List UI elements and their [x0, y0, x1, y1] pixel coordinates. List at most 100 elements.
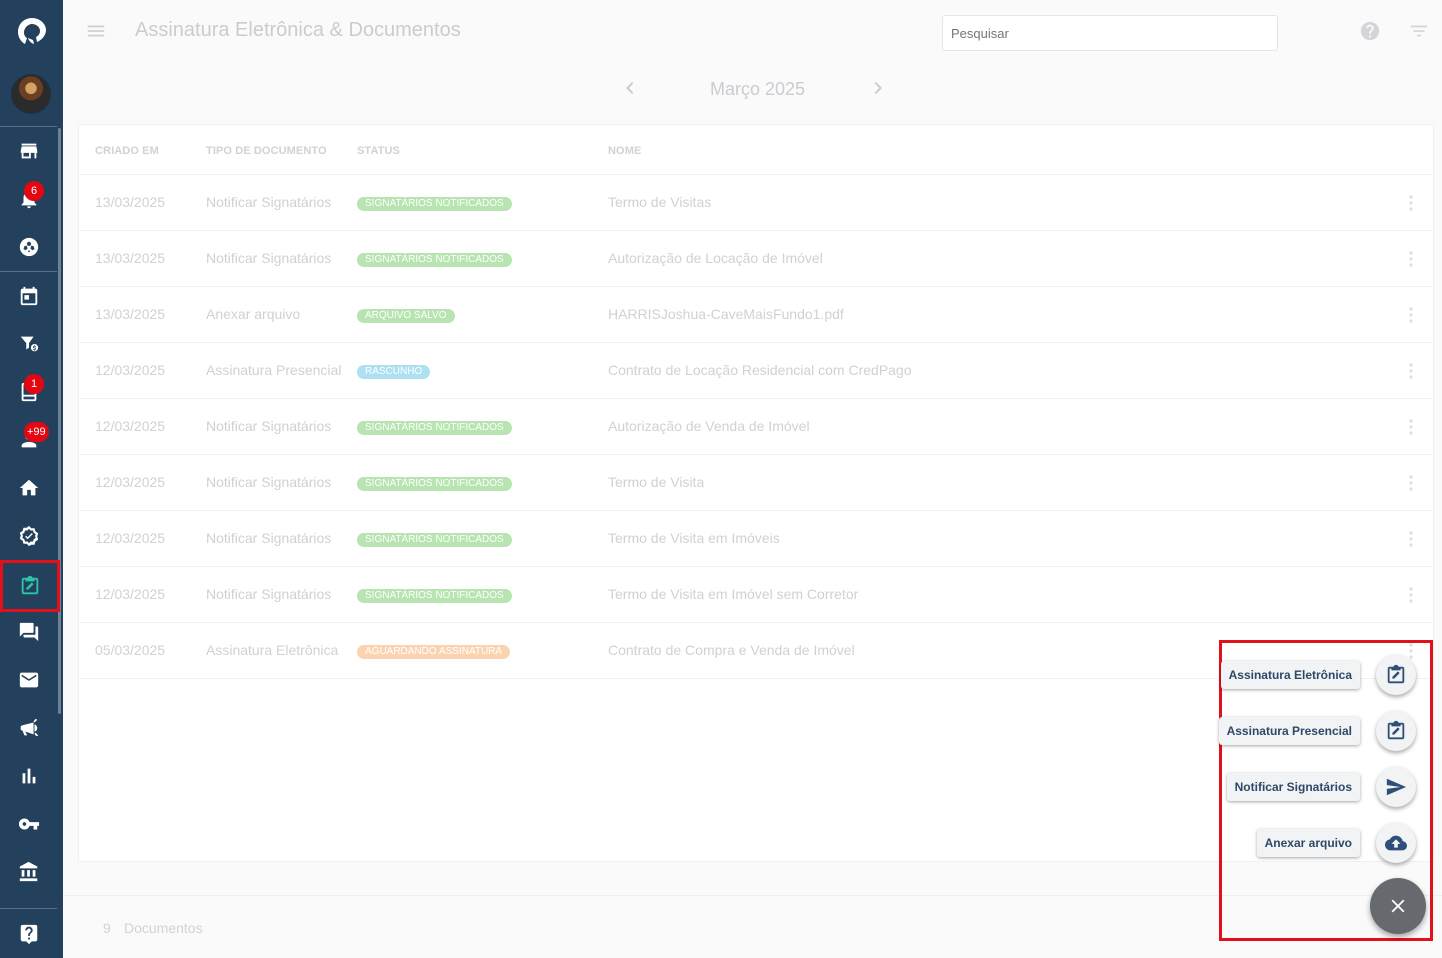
- logo-icon[interactable]: [0, 8, 63, 56]
- help-circle-icon[interactable]: [1359, 20, 1381, 42]
- sidebar-item-keys[interactable]: [0, 800, 57, 848]
- column-header-type[interactable]: TIPO DE DOCUMENTO: [206, 145, 327, 157]
- sidebar-item-notifications[interactable]: 6: [0, 175, 57, 223]
- sidebar-item-bank[interactable]: [0, 848, 57, 896]
- table-row[interactable]: 12/03/2025 Notificar Signatários SIGNATÁRI…: [79, 511, 1433, 567]
- fab-close-button[interactable]: [1370, 878, 1426, 934]
- alerts-badge: +99: [24, 422, 49, 442]
- more-vert-icon[interactable]: [1409, 419, 1413, 435]
- signature-icon: [21, 575, 39, 595]
- page-title: Assinatura Eletrônica & Documentos: [135, 19, 461, 41]
- column-header-created[interactable]: CRIADO EM: [95, 145, 159, 157]
- row-document-type: Assinatura Eletrônica: [206, 642, 339, 658]
- help-icon: [20, 924, 37, 945]
- table-header: CRIADO EM TIPO DE DOCUMENTO STATUS NOME: [79, 125, 1433, 175]
- sidebar-scrollbar[interactable]: [58, 128, 61, 714]
- chevron-left-icon[interactable]: [618, 76, 642, 100]
- row-document-type: Anexar arquivo: [206, 306, 301, 322]
- sidebar-item-charts[interactable]: [0, 752, 57, 800]
- more-vert-icon[interactable]: [1409, 251, 1413, 267]
- more-vert-icon[interactable]: [1409, 587, 1413, 603]
- sidebar-item-store[interactable]: [0, 127, 57, 175]
- status-badge: ARQUIVO SALVO: [357, 309, 455, 323]
- fab-action-label[interactable]: Anexar arquivo: [1256, 829, 1360, 857]
- table-row[interactable]: 12/03/2025 Notificar Signatários SIGNATÁRI…: [79, 567, 1433, 623]
- send-icon[interactable]: [1376, 767, 1416, 807]
- menu-icon[interactable]: [85, 20, 107, 42]
- close-icon: [1391, 899, 1405, 913]
- month-navigator: Março 2025: [618, 72, 898, 104]
- avatar[interactable]: [11, 74, 51, 114]
- filter-icon[interactable]: [1408, 20, 1430, 42]
- more-vert-icon[interactable]: [1409, 531, 1413, 547]
- top-bar: Assinatura Eletrônica & Documentos: [63, 0, 1442, 64]
- table-row[interactable]: 13/03/2025 Notificar Signatários SIGNATÁRI…: [79, 175, 1433, 231]
- row-date: 13/03/2025: [95, 250, 166, 266]
- sidebar-item-home[interactable]: [0, 464, 57, 512]
- settings-check-icon: [19, 525, 38, 547]
- chevron-right-icon[interactable]: [866, 76, 890, 100]
- row-document-type: Notificar Signatários: [206, 194, 332, 210]
- table-row[interactable]: 12/03/2025 Notificar Signatários SIGNATÁRI…: [79, 455, 1433, 511]
- row-document-type: Assinatura Presencial: [206, 362, 342, 378]
- status-badge: SIGNATÁRIOS NOTIFICADOS: [357, 197, 512, 211]
- row-document-name: Contrato de Locação Residencial com Cred…: [608, 362, 912, 378]
- row-date: 12/03/2025: [95, 530, 166, 546]
- sidebar-item-chat[interactable]: [0, 608, 57, 656]
- sidebar-item-calendar[interactable]: [0, 272, 57, 320]
- more-vert-icon[interactable]: [1409, 475, 1413, 491]
- home-icon: [19, 479, 38, 496]
- soccer-icon: [19, 237, 38, 257]
- column-header-status[interactable]: STATUS: [357, 145, 400, 157]
- status-badge: RASCUNHO: [357, 365, 431, 379]
- table-row[interactable]: 13/03/2025 Notificar Signatários SIGNATÁRI…: [79, 231, 1433, 287]
- row-date: 12/03/2025: [95, 362, 166, 378]
- sidebar-item-finance-filter[interactable]: [0, 320, 57, 368]
- search-input[interactable]: [942, 15, 1278, 51]
- more-vert-icon[interactable]: [1409, 363, 1413, 379]
- sidebar-item-sports[interactable]: [0, 223, 57, 271]
- calendar-icon: [20, 286, 37, 306]
- more-vert-icon[interactable]: [1409, 307, 1413, 323]
- cloud-upload-icon[interactable]: [1376, 823, 1416, 863]
- row-document-name: Termo de Visitas: [608, 194, 712, 210]
- column-header-name[interactable]: NOME: [608, 145, 641, 157]
- megaphone-icon: [20, 718, 38, 737]
- mail-icon: [19, 672, 38, 688]
- signature-icon[interactable]: [1376, 711, 1416, 751]
- chat-icon: [19, 622, 38, 642]
- notification-badge: 6: [24, 181, 44, 201]
- status-badge: SIGNATÁRIOS NOTIFICADOS: [357, 533, 512, 547]
- status-badge: SIGNATÁRIOS NOTIFICADOS: [357, 253, 512, 267]
- sidebar-item-campaigns[interactable]: [0, 704, 57, 752]
- sidebar-item-alerts[interactable]: +99: [0, 416, 57, 464]
- sidebar-item-reports[interactable]: 1: [0, 368, 57, 416]
- row-document-type: Notificar Signatários: [206, 586, 332, 602]
- row-document-name: Autorização de Venda de Imóvel: [608, 418, 810, 434]
- store-icon: [20, 143, 37, 159]
- row-document-type: Notificar Signatários: [206, 530, 332, 546]
- fab-action-label[interactable]: Notificar Signatários: [1226, 773, 1360, 801]
- sidebar-item-signatures[interactable]: [0, 560, 60, 612]
- row-date: 13/03/2025: [95, 194, 166, 210]
- document-count: 9: [103, 920, 111, 936]
- fab-action-label[interactable]: Assinatura Presencial: [1218, 717, 1360, 745]
- row-document-type: Notificar Signatários: [206, 418, 332, 434]
- sidebar-item-help[interactable]: [0, 910, 57, 958]
- document-count-label: Documentos: [124, 920, 203, 936]
- month-label: Março 2025: [710, 79, 806, 99]
- table-row[interactable]: 13/03/2025 Anexar arquivo ARQUIVO SALVO HAR…: [79, 287, 1433, 343]
- row-document-name: Autorização de Locação de Imóvel: [608, 250, 823, 266]
- sidebar: 6 1 +99: [0, 0, 63, 958]
- signature-icon[interactable]: [1376, 655, 1416, 695]
- row-date: 12/03/2025: [95, 418, 166, 434]
- filter-money-icon: [20, 336, 38, 352]
- row-document-type: Notificar Signatários: [206, 250, 332, 266]
- sidebar-item-settings[interactable]: [0, 512, 57, 560]
- more-vert-icon[interactable]: [1409, 195, 1413, 211]
- sidebar-item-mail[interactable]: [0, 656, 57, 704]
- table-row[interactable]: 12/03/2025 Notificar Signatários SIGNATÁRI…: [79, 399, 1433, 455]
- row-date: 12/03/2025: [95, 586, 166, 602]
- table-row[interactable]: 12/03/2025 Assinatura Presencial RASCUNHO C…: [79, 343, 1433, 399]
- fab-action-label[interactable]: Assinatura Eletrônica: [1220, 661, 1360, 689]
